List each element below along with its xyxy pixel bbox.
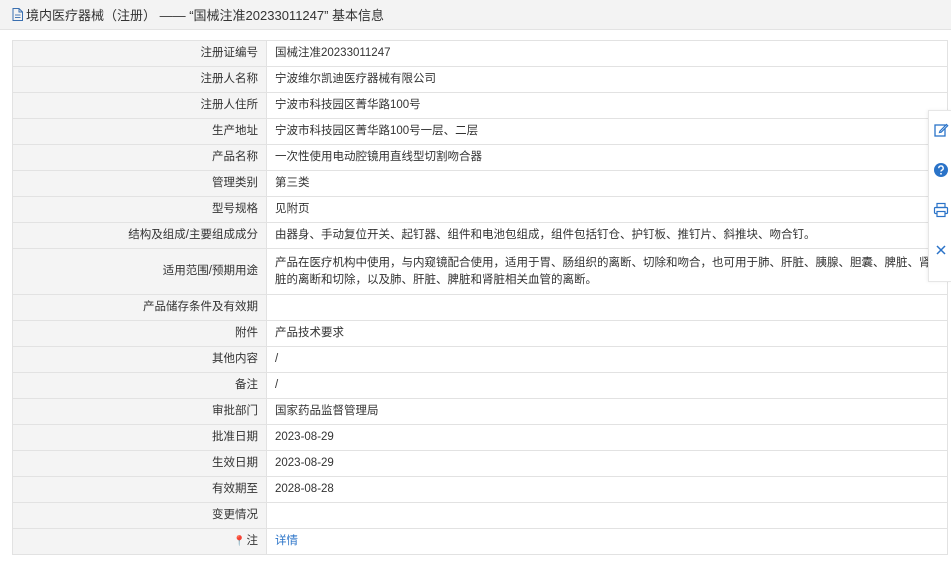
page-header: 境内医疗器械（注册） —— “国械注准20233011247” 基本信息 (0, 0, 951, 30)
table-row: 适用范围/预期用途 产品在医疗机构中使用，与内窥镜配合使用，适用于胃、肠组织的离断… (12, 248, 948, 295)
note-label-cell: 📍注 (12, 528, 267, 555)
row-value: 由器身、手动复位开关、起钉器、组件和电池包组成，组件包括钉仓、护钉板、推钉片、斜… (266, 222, 948, 249)
detail-table: 注册证编号 国械注准20233011247 注册人名称 宁波维尔凯迪医疗器械有限公司… (12, 40, 948, 555)
table-row: 产品储存条件及有效期 (12, 294, 948, 321)
row-value: 2023-08-29 (266, 450, 948, 477)
row-label: 生效日期 (12, 450, 267, 477)
note-row: 📍注 详情 (12, 528, 948, 555)
row-label: 注册人名称 (12, 66, 267, 93)
table-row: 结构及组成/主要组成成分 由器身、手动复位开关、起钉器、组件和电池包组成，组件包括… (12, 222, 948, 249)
row-label: 附件 (12, 320, 267, 347)
row-value: 2028-08-28 (266, 476, 948, 503)
table-row: 产品名称 一次性使用电动腔镜用直线型切割吻合器 (12, 144, 948, 171)
row-label: 适用范围/预期用途 (12, 248, 267, 295)
row-value: 一次性使用电动腔镜用直线型切割吻合器 (266, 144, 948, 171)
table-row: 注册证编号 国械注准20233011247 (12, 40, 948, 67)
row-label: 审批部门 (12, 398, 267, 425)
row-value (266, 294, 948, 321)
row-label: 批准日期 (12, 424, 267, 451)
table-row: 备注 / (12, 372, 948, 399)
table-row: 注册人名称 宁波维尔凯迪医疗器械有限公司 (12, 66, 948, 93)
row-value: 见附页 (266, 196, 948, 223)
edit-icon[interactable] (933, 122, 949, 138)
row-value: / (266, 346, 948, 373)
row-label: 注册证编号 (12, 40, 267, 67)
row-value: 国家药品监督管理局 (266, 398, 948, 425)
row-label: 有效期至 (12, 476, 267, 503)
pin-icon: 📍 (233, 536, 246, 547)
details-link[interactable]: 详情 (275, 535, 298, 547)
row-value: 产品技术要求 (266, 320, 948, 347)
table-row: 型号规格 见附页 (12, 196, 948, 223)
row-label: 结构及组成/主要组成成分 (12, 222, 267, 249)
row-label: 注册人住所 (12, 92, 267, 119)
row-value: 2023-08-29 (266, 424, 948, 451)
row-label: 备注 (12, 372, 267, 399)
row-label: 生产地址 (12, 118, 267, 145)
print-icon[interactable] (933, 202, 949, 218)
row-value: 国械注准20233011247 (266, 40, 948, 67)
close-icon[interactable] (933, 242, 949, 258)
row-value (266, 502, 948, 529)
row-value: 第三类 (266, 170, 948, 197)
table-row: 管理类别 第三类 (12, 170, 948, 197)
row-label: 其他内容 (12, 346, 267, 373)
row-value: 宁波市科技园区菁华路100号 (266, 92, 948, 119)
note-value-cell: 详情 (266, 528, 948, 555)
side-toolbar (928, 110, 951, 282)
table-row: 变更情况 (12, 502, 948, 529)
page-title: 境内医疗器械（注册） —— “国械注准20233011247” 基本信息 (26, 8, 385, 23)
document-icon (12, 8, 23, 21)
note-label: 注 (246, 535, 259, 547)
table-row: 其他内容 / (12, 346, 948, 373)
row-value: 宁波维尔凯迪医疗器械有限公司 (266, 66, 948, 93)
table-row: 生产地址 宁波市科技园区菁华路100号一层、二层 (12, 118, 948, 145)
row-label: 管理类别 (12, 170, 267, 197)
row-label: 产品名称 (12, 144, 267, 171)
table-row: 附件 产品技术要求 (12, 320, 948, 347)
table-row: 批准日期 2023-08-29 (12, 424, 948, 451)
row-value: / (266, 372, 948, 399)
table-row: 有效期至 2028-08-28 (12, 476, 948, 503)
table-row: 审批部门 国家药品监督管理局 (12, 398, 948, 425)
table-row: 注册人住所 宁波市科技园区菁华路100号 (12, 92, 948, 119)
row-label: 产品储存条件及有效期 (12, 294, 267, 321)
table-row: 生效日期 2023-08-29 (12, 450, 948, 477)
help-icon[interactable] (933, 162, 949, 178)
row-label: 变更情况 (12, 502, 267, 529)
row-value: 宁波市科技园区菁华路100号一层、二层 (266, 118, 948, 145)
row-label: 型号规格 (12, 196, 267, 223)
row-value: 产品在医疗机构中使用，与内窥镜配合使用，适用于胃、肠组织的离断、切除和吻合，也可… (266, 248, 948, 295)
